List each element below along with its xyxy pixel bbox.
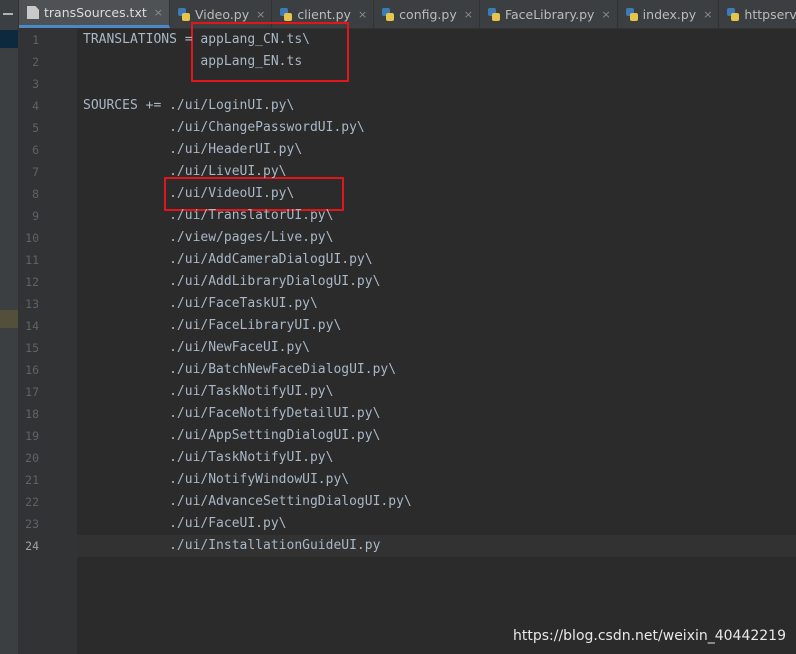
tab-label: transSources.txt [44, 5, 147, 20]
close-icon[interactable]: × [464, 8, 473, 21]
code-line[interactable]: ./ui/FaceTaskUI.py\ [83, 293, 318, 315]
left-tool-strip [0, 0, 19, 654]
code-line[interactable]: ./ui/AdvanceSettingDialogUI.py\ [83, 491, 412, 513]
close-icon[interactable]: × [154, 6, 163, 19]
code-line[interactable]: appLang_EN.ts [83, 51, 302, 73]
tab-index-py[interactable]: index.py × [618, 0, 720, 28]
code-line[interactable]: ./ui/AppSettingDialogUI.py\ [83, 425, 380, 447]
tab-facelibrary-py[interactable]: FaceLibrary.py × [480, 0, 618, 28]
line-number: 7 [32, 165, 39, 179]
python-file-icon [727, 7, 740, 21]
tab-transsources-txt[interactable]: transSources.txt × [19, 0, 170, 28]
code-line[interactable]: ./ui/InstallationGuideUI.py [83, 535, 380, 557]
code-line[interactable]: ./ui/NotifyWindowUI.py\ [83, 469, 349, 491]
line-number: 19 [25, 429, 39, 443]
tab-label: FaceLibrary.py [504, 6, 595, 22]
tab-httpserver-py[interactable]: httpserver.py [719, 0, 796, 28]
code-line[interactable]: ./ui/FaceLibraryUI.py\ [83, 315, 341, 337]
line-number: 23 [25, 517, 39, 531]
code-line[interactable]: ./ui/TaskNotifyUI.py\ [83, 447, 333, 469]
line-number: 13 [25, 297, 39, 311]
code-line[interactable]: ./ui/NewFaceUI.py\ [83, 337, 310, 359]
code-line[interactable]: ./view/pages/Live.py\ [83, 227, 333, 249]
line-number: 16 [25, 363, 39, 377]
bookmark-marker [0, 310, 18, 328]
line-number: 20 [25, 451, 39, 465]
code-line[interactable]: ./ui/TaskNotifyUI.py\ [83, 381, 333, 403]
code-line[interactable]: ./ui/BatchNewFaceDialogUI.py\ [83, 359, 396, 381]
line-number: 2 [32, 55, 39, 69]
line-number: 12 [25, 275, 39, 289]
code-line[interactable]: SOURCES += ./ui/LoginUI.py\ [83, 95, 294, 117]
line-number: 5 [32, 121, 39, 135]
python-file-icon [177, 7, 190, 21]
line-number: 9 [32, 209, 39, 223]
line-number: 3 [32, 77, 39, 91]
line-number: 22 [25, 495, 39, 509]
line-number: 11 [25, 253, 39, 267]
code-line[interactable]: ./ui/FaceNotifyDetailUI.py\ [83, 403, 380, 425]
code-line[interactable]: ./ui/VideoUI.py\ [83, 183, 294, 205]
code-line[interactable]: ./ui/ChangePasswordUI.py\ [83, 117, 365, 139]
python-file-icon [487, 7, 500, 21]
tab-video-py[interactable]: Video.py × [170, 0, 273, 28]
code-line[interactable]: TRANSLATIONS = appLang_CN.ts\ [83, 29, 310, 51]
tab-label: index.py [642, 6, 697, 22]
code-editor[interactable]: TRANSLATIONS = appLang_CN.ts\ appLang_EN… [77, 22, 796, 654]
python-file-icon [280, 7, 293, 21]
python-file-icon [625, 7, 638, 21]
line-number: 6 [32, 143, 39, 157]
tab-label: httpserver.py [744, 6, 796, 22]
line-number: 15 [25, 341, 39, 355]
code-line[interactable]: ./ui/TranslatorUI.py\ [83, 205, 333, 227]
line-number: 4 [32, 99, 39, 113]
selection-marker [0, 30, 18, 48]
code-line[interactable]: ./ui/LiveUI.py\ [83, 161, 286, 183]
line-number-gutter: 1 2 3 4 5 6 7 8 9 10 11 12 13 14 15 16 17 18 19 20 21 22 23 24 [19, 29, 77, 654]
line-number: 17 [25, 385, 39, 399]
python-file-icon [382, 7, 395, 21]
code-line[interactable]: ./ui/FaceUI.py\ [83, 513, 286, 535]
tab-label: config.py [399, 6, 457, 22]
tab-client-py[interactable]: client.py × [272, 0, 375, 28]
tab-label: client.py [297, 6, 351, 22]
line-number: 24 [25, 539, 39, 553]
tab-label: Video.py [194, 6, 250, 22]
code-line[interactable]: ./ui/HeaderUI.py\ [83, 139, 302, 161]
close-icon[interactable]: × [703, 8, 712, 21]
tab-config-py[interactable]: config.py × [374, 0, 480, 28]
close-icon[interactable]: × [256, 8, 265, 21]
close-icon[interactable]: × [601, 8, 610, 21]
collapse-icon[interactable] [3, 13, 13, 15]
line-number: 14 [25, 319, 39, 333]
text-file-icon [27, 6, 39, 19]
code-line[interactable]: ./ui/AddCameraDialogUI.py\ [83, 249, 373, 271]
editor-tab-bar: transSources.txt × Video.py × client.py × conf… [19, 0, 796, 29]
line-number: 10 [25, 231, 39, 245]
line-number: 21 [25, 473, 39, 487]
close-icon[interactable]: × [358, 8, 367, 21]
line-number: 1 [32, 33, 39, 47]
line-number: 18 [25, 407, 39, 421]
line-number: 8 [32, 187, 39, 201]
ide-window: transSources.txt × Video.py × client.py × conf… [0, 0, 796, 654]
watermark-text: https://blog.csdn.net/weixin_40442219 [512, 628, 786, 644]
code-line[interactable]: ./ui/AddLibraryDialogUI.py\ [83, 271, 380, 293]
